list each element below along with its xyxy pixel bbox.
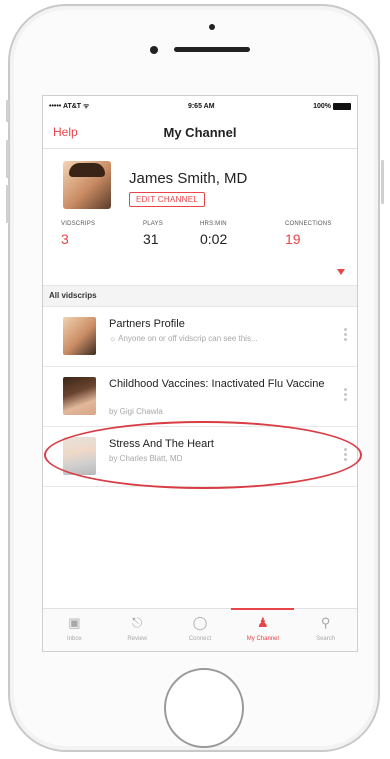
tab-my-channel[interactable]: ♟ My Channel [231, 608, 294, 651]
more-options-icon[interactable] [344, 448, 347, 461]
stat-value: 0:02 [200, 231, 228, 247]
more-options-icon[interactable] [344, 388, 347, 401]
inbox-icon: ▣ [68, 615, 81, 630]
list-item[interactable]: Partners Profile ☼ Anyone on or off vids… [43, 307, 357, 367]
edit-channel-button[interactable]: EDIT CHANNEL [129, 192, 206, 207]
tab-label: Review [127, 636, 148, 642]
stat-connections[interactable]: CONNECTIONS 19 [285, 221, 332, 247]
volume-down-button [6, 185, 9, 223]
carrier-signal: ••••• AT&T ᯤ [49, 102, 90, 110]
item-subtitle-text: Anyone on or off vidscrip can see this..… [118, 334, 258, 343]
navigation-bar: Help My Channel [43, 116, 357, 149]
stat-value: 31 [143, 231, 159, 247]
stat-vidscrips[interactable]: VIDSCRIPS 3 [61, 221, 95, 247]
thumbnail [63, 317, 96, 355]
tab-bar: ▣ Inbox ⎋ Review ◯ Connect ♟ My Channel … [43, 608, 357, 651]
thumbnail [63, 437, 96, 475]
stat-label: PLAYS [143, 221, 163, 227]
stat-label: CONNECTIONS [285, 221, 332, 227]
stat-label: HRS:MIN [200, 221, 227, 227]
help-button[interactable]: Help [53, 125, 78, 139]
search-icon: ⚲ [320, 615, 331, 630]
channel-stats: VIDSCRIPS 3 PLAYS 31 HRS:MIN 0:02 CONNEC… [43, 207, 357, 286]
volume-up-button [6, 140, 9, 178]
globe-icon: ☼ [109, 334, 119, 343]
tab-connect[interactable]: ◯ Connect [169, 609, 232, 651]
item-subtitle: ☼ Anyone on or off vidscrip can see this… [109, 334, 258, 343]
thumbnail [63, 377, 96, 415]
avatar[interactable] [63, 161, 111, 209]
clock: 9:65 AM [187, 102, 215, 110]
tab-inbox[interactable]: ▣ Inbox [43, 609, 106, 651]
tab-label: My Channel [246, 636, 279, 642]
profile-header: James Smith, MD EDIT CHANNEL [43, 149, 357, 209]
profile-name: James Smith, MD [129, 170, 248, 187]
battery-percent: 100% [313, 102, 331, 110]
item-subtitle: by Gigi Chawla [109, 407, 163, 416]
tab-review[interactable]: ⎋ Review [106, 609, 169, 651]
tab-label: Search [316, 636, 336, 642]
tab-label: Connect [188, 636, 212, 642]
person-icon: ♟ [256, 615, 269, 630]
battery-icon [332, 102, 351, 110]
list-item[interactable]: Stress And The Heart by Charles Blatt, M… [43, 427, 357, 487]
stat-hrs-min[interactable]: HRS:MIN 0:02 [200, 221, 227, 247]
stat-value: 19 [285, 231, 301, 247]
connect-icon: ◯ [192, 615, 208, 630]
expand-stats-icon[interactable] [337, 269, 345, 275]
battery-indicator: 100% [313, 102, 351, 110]
item-subtitle: by Charles Blatt, MD [109, 454, 183, 463]
item-title: Childhood Vaccines: Inactivated Flu Vacc… [109, 378, 325, 390]
list-item[interactable]: Childhood Vaccines: Inactivated Flu Vacc… [43, 367, 357, 427]
item-title: Partners Profile [109, 318, 185, 330]
power-button [381, 160, 384, 204]
item-title: Stress And The Heart [109, 438, 214, 450]
home-button[interactable] [164, 668, 244, 748]
tab-search[interactable]: ⚲ Search [294, 609, 357, 651]
stat-value: 3 [61, 231, 69, 247]
more-options-icon[interactable] [344, 328, 347, 341]
section-header: All vidscrips [43, 286, 357, 307]
status-bar: ••••• AT&T ᯤ 9:65 AM 100% [43, 96, 357, 116]
tab-label: Inbox [67, 636, 82, 642]
microphone-icon: ⎋ [132, 615, 143, 630]
mute-switch [6, 100, 9, 122]
earpiece-speaker [174, 47, 250, 52]
stat-label: VIDSCRIPS [61, 221, 96, 227]
page-title: My Channel [163, 124, 237, 140]
proximity-sensor [209, 24, 215, 30]
stat-plays[interactable]: PLAYS 31 [143, 221, 163, 247]
phone-screen: ••••• AT&T ᯤ 9:65 AM 100% Help My Channe… [42, 95, 358, 652]
front-camera [150, 46, 158, 54]
